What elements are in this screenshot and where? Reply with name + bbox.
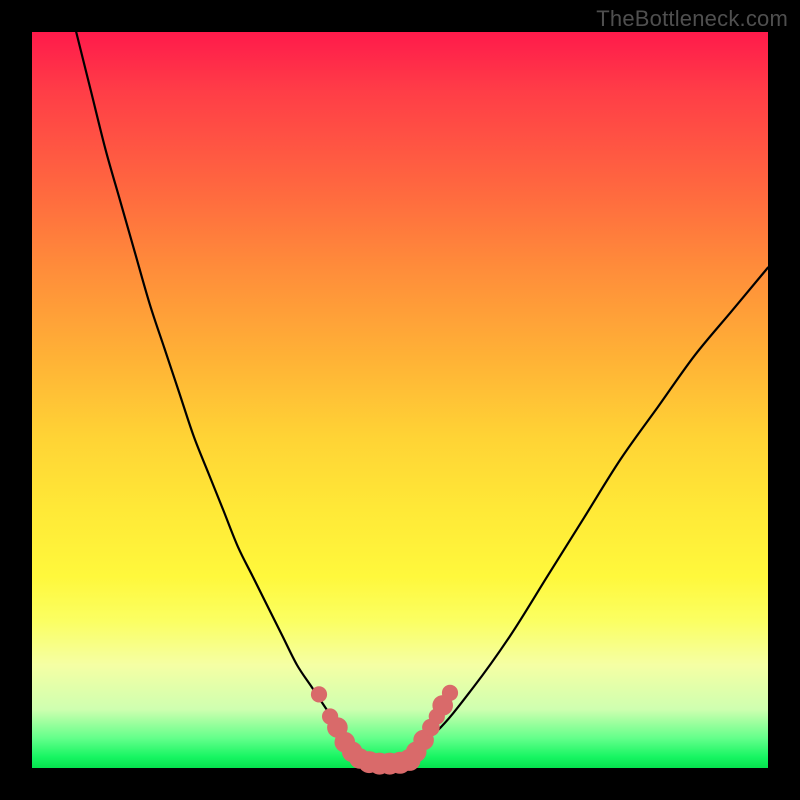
curve-markers xyxy=(311,685,458,775)
bottleneck-curve xyxy=(76,32,768,762)
curve-marker xyxy=(442,685,458,701)
watermark-text: TheBottleneck.com xyxy=(596,6,788,32)
chart-frame: TheBottleneck.com xyxy=(0,0,800,800)
curve-svg xyxy=(32,32,768,768)
plot-area xyxy=(32,32,768,768)
curve-marker xyxy=(311,686,327,702)
